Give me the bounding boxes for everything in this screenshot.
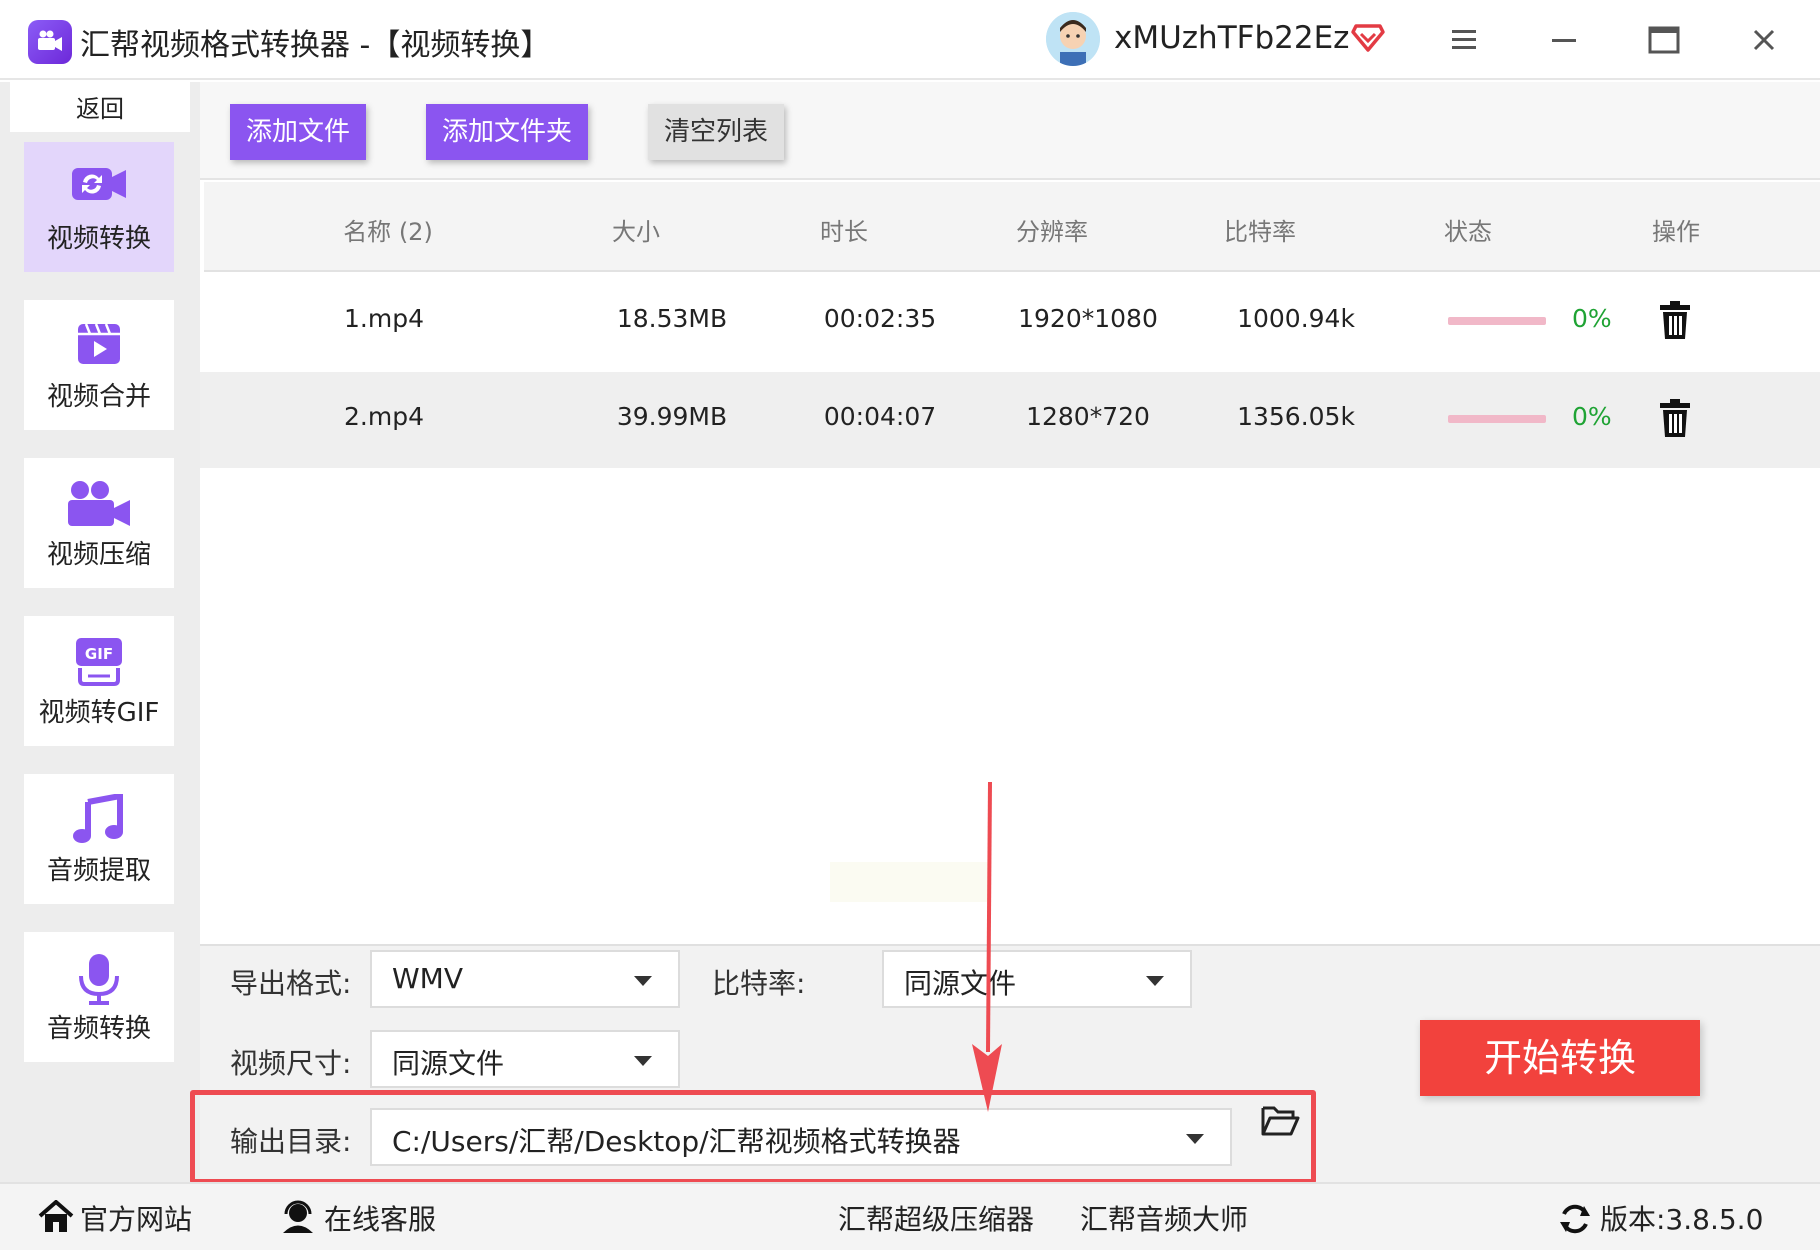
column-header-duration[interactable]: 时长	[820, 212, 868, 247]
username[interactable]: xMUzhTFb22Ez	[1114, 20, 1349, 56]
clear-list-button[interactable]: 清空列表	[648, 104, 784, 160]
add-file-button[interactable]: 添加文件	[230, 104, 366, 160]
file-bitrate: 1000.94k	[1237, 304, 1355, 333]
file-duration: 00:02:35	[823, 304, 937, 333]
start-convert-button[interactable]: 开始转换	[1420, 1020, 1700, 1096]
format-select[interactable]: WMV	[370, 950, 680, 1008]
column-header-resolution[interactable]: 分辨率	[1016, 212, 1088, 247]
file-resolution: 1920*1080	[1018, 304, 1158, 333]
version-label: 版本:3.8.5.0	[1600, 1203, 1764, 1236]
vip-diamond-icon[interactable]	[1350, 18, 1386, 58]
sidebar-item-label: 视频合并	[46, 382, 151, 412]
sidebar-item-video-convert[interactable]: 视频转换	[24, 142, 174, 272]
sidebar: 返回 视频转换 视频合并 视频压缩 GIF 视频转GIF 音频提取 音频转换	[0, 82, 200, 1182]
sidebar-item-label: 视频转GIF	[38, 698, 160, 728]
table-row[interactable]: 1.mp4 18.53MB 00:02:35 1920*1080 1000.94…	[200, 274, 1820, 370]
sidebar-item-video-compress[interactable]: 视频压缩	[24, 458, 174, 588]
video-convert-icon	[70, 162, 128, 210]
chevron-down-icon	[634, 976, 652, 986]
file-bitrate: 1356.05k	[1237, 402, 1355, 431]
audio-master-link[interactable]: 汇帮音频大师	[1080, 1198, 1248, 1238]
title-bar: 汇帮视频格式转换器 -【视频转换】 xMUzhTFb22Ez	[0, 0, 1820, 80]
sidebar-item-label: 视频转换	[46, 224, 151, 254]
video-size-select[interactable]: 同源文件	[370, 1030, 680, 1088]
footer: 官方网站 在线客服 汇帮超级压缩器 汇帮音频大师 版本:3.8.5.0	[0, 1182, 1820, 1250]
table-row[interactable]: 2.mp4 39.99MB 00:04:07 1280*720 1356.05k…	[200, 372, 1820, 468]
microphone-icon	[76, 952, 122, 1010]
music-note-icon	[72, 792, 126, 850]
sidebar-item-video-merge[interactable]: 视频合并	[24, 300, 174, 430]
refresh-icon[interactable]	[1558, 1202, 1592, 1240]
column-header-size[interactable]: 大小	[612, 212, 660, 247]
progress-bar	[1448, 415, 1546, 423]
file-size: 18.53MB	[616, 304, 728, 333]
bitrate-select[interactable]: 同源文件	[882, 950, 1192, 1008]
format-label: 导出格式:	[230, 967, 352, 1000]
format-value: WMV	[392, 962, 463, 995]
file-name: 1.mp4	[344, 304, 424, 333]
app-logo-icon	[28, 20, 72, 64]
sidebar-item-audio-convert[interactable]: 音频转换	[24, 932, 174, 1062]
official-website-link[interactable]: 官方网站	[80, 1198, 192, 1238]
video-size-label: 视频尺寸:	[230, 1047, 352, 1080]
sidebar-item-label: 视频压缩	[46, 540, 151, 570]
sidebar-item-audio-extract[interactable]: 音频提取	[24, 774, 174, 904]
file-duration: 00:04:07	[823, 402, 937, 431]
sidebar-item-label: 音频提取	[46, 856, 151, 886]
app-title: 汇帮视频格式转换器 -【视频转换】	[80, 28, 551, 63]
column-header-name[interactable]: 名称 (2)	[343, 212, 433, 247]
column-header-action: 操作	[1652, 218, 1700, 246]
customer-service-icon	[280, 1200, 316, 1238]
avatar[interactable]	[1046, 12, 1100, 66]
sidebar-item-video-gif[interactable]: GIF 视频转GIF	[24, 616, 174, 746]
svg-text:GIF: GIF	[85, 645, 113, 663]
file-size: 39.99MB	[616, 402, 728, 431]
back-button[interactable]: 返回	[10, 82, 190, 132]
table-header: 名称 (2) 大小 时长 分辨率 比特率 状态 操作	[204, 182, 1820, 272]
status-percent: 0%	[1572, 304, 1612, 333]
status-percent: 0%	[1572, 402, 1612, 431]
delete-icon[interactable]	[1658, 398, 1692, 442]
video-size-value: 同源文件	[392, 1047, 505, 1080]
chevron-down-icon	[634, 1056, 652, 1066]
menu-icon[interactable]	[1442, 18, 1486, 62]
add-folder-button[interactable]: 添加文件夹	[426, 104, 588, 160]
home-icon	[38, 1199, 74, 1238]
annotation-arrow	[960, 781, 1020, 1126]
maximize-icon[interactable]	[1642, 18, 1686, 62]
column-header-bitrate[interactable]: 比特率	[1224, 212, 1296, 247]
file-name: 2.mp4	[344, 402, 424, 431]
video-compress-icon	[66, 478, 132, 532]
main-panel: 添加文件 添加文件夹 清空列表 名称 (2) 大小 时长 分辨率 比特率 状态 …	[190, 82, 1820, 1184]
video-merge-icon	[74, 320, 124, 372]
close-icon[interactable]	[1742, 18, 1786, 62]
output-dir-highlight	[190, 1090, 1316, 1184]
toolbar: 添加文件 添加文件夹 清空列表	[200, 82, 1820, 180]
compressor-link[interactable]: 汇帮超级压缩器	[838, 1198, 1034, 1238]
minimize-icon[interactable]	[1542, 18, 1586, 62]
progress-bar	[1448, 317, 1546, 325]
delete-icon[interactable]	[1658, 300, 1692, 344]
bitrate-label: 比特率:	[712, 967, 806, 1000]
gif-icon: GIF	[74, 636, 124, 690]
sidebar-item-label: 音频转换	[46, 1014, 151, 1044]
app-window: 汇帮视频格式转换器 -【视频转换】 xMUzhTFb22Ez 返回 视频转换 视…	[0, 0, 1820, 1250]
file-resolution: 1280*720	[1026, 402, 1150, 431]
online-support-link[interactable]: 在线客服	[324, 1198, 436, 1238]
chevron-down-icon	[1146, 976, 1164, 986]
column-header-status: 状态	[1444, 218, 1492, 246]
